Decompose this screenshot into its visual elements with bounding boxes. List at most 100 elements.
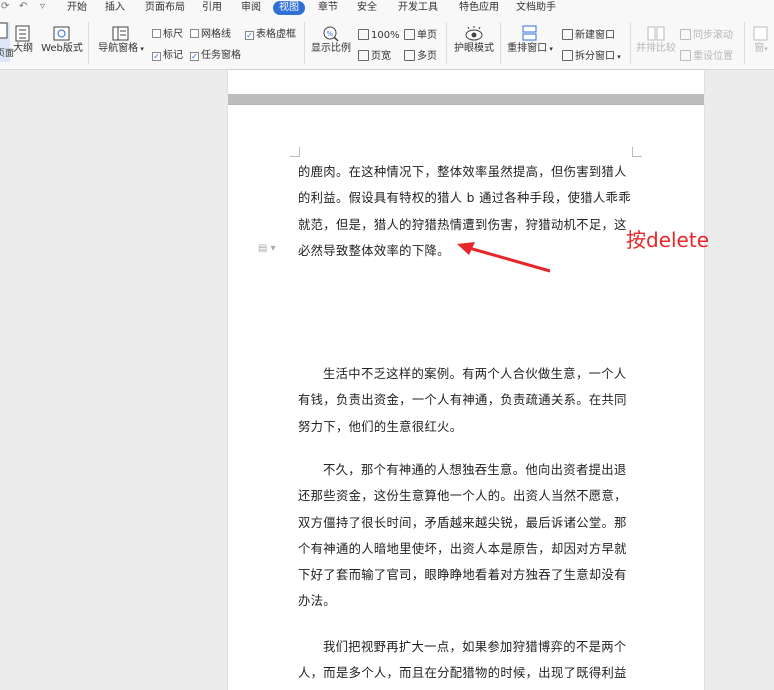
zoom-100-icon [358, 29, 369, 40]
side-by-side-label: 并排比较 [636, 43, 676, 54]
tab-security[interactable]: 安全 [357, 1, 377, 15]
single-page-button[interactable]: 单页 [404, 29, 437, 42]
table-gridlines-checkbox[interactable]: ✓ 表格虚框 [245, 29, 296, 41]
annotation-text: 按delete [626, 228, 710, 252]
ribbon-separator [630, 22, 631, 64]
arrange-windows-label: 重排窗口 [507, 43, 548, 54]
arrange-windows-button[interactable]: 重排窗口 ▾ [507, 25, 553, 55]
window-menu-label: 窗 [754, 43, 765, 54]
eye-mode-label: 护眼模式 [454, 43, 494, 54]
tab-sections[interactable]: 章节 [318, 1, 338, 15]
previous-page[interactable] [228, 70, 704, 94]
task-pane-label: 任务窗格 [201, 50, 241, 61]
gridlines-check[interactable] [190, 29, 199, 38]
tab-page-layout[interactable]: 页面布局 [145, 1, 185, 15]
ribbon-separator [744, 22, 745, 64]
multi-page-label: 多页 [417, 51, 437, 62]
magnifier-icon: % [323, 26, 339, 42]
outline-label: 大纲 [13, 43, 33, 54]
redo-icon[interactable]: ⟳ [1, 1, 9, 12]
page-view-button[interactable]: 页面 [0, 22, 14, 62]
arrange-windows-dropdown-icon: ▾ [547, 45, 553, 53]
split-window-dropdown-icon: ▾ [615, 53, 621, 61]
ruler-check[interactable] [152, 29, 161, 38]
tab-view[interactable]: 视图 [273, 1, 305, 15]
tab-home[interactable]: 开始 [67, 1, 87, 15]
gridlines-checkbox[interactable]: 网格线 [190, 29, 231, 41]
nav-pane-button[interactable]: 导航窗格 ▾ [96, 25, 146, 55]
web-layout-button[interactable]: Web版式 [40, 25, 84, 55]
paragraph[interactable]: 我们把视野再扩大一点，如果参加狩猎博弈的不是两个人，而是多个人，而且在分配猎物的… [298, 634, 634, 687]
nav-pane-icon [112, 26, 129, 41]
ribbon-separator [446, 22, 447, 64]
red-arrow-annotation [457, 242, 551, 273]
undo-icon[interactable]: ↶ [19, 1, 27, 12]
web-layout-label: Web版式 [41, 43, 83, 54]
tab-insert[interactable]: 插入 [105, 1, 125, 15]
zoom-label: 显示比例 [311, 43, 351, 54]
reset-position-button[interactable]: 重设位置 [680, 50, 733, 63]
multi-page-button[interactable]: 多页 [404, 50, 437, 63]
window-menu-button[interactable]: 窗▾ [750, 25, 772, 55]
sync-scroll-label: 同步滚动 [693, 30, 733, 41]
task-pane-checkbox[interactable]: ✓ 任务窗格 [190, 50, 241, 62]
paragraph-handle-icon[interactable]: ▤ ▾ [258, 243, 276, 254]
ruler-checkbox[interactable]: 标尺 [152, 29, 183, 41]
new-window-button[interactable]: 新建窗口 [562, 29, 615, 42]
outline-icon [15, 25, 30, 42]
eye-mode-button[interactable]: 护眼模式 [452, 25, 496, 55]
sync-scroll-icon [680, 29, 691, 40]
single-page-icon [404, 29, 415, 40]
nav-pane-dropdown-icon: ▾ [138, 45, 144, 53]
page-separator [228, 94, 704, 105]
table-gridlines-label: 表格虚框 [256, 29, 296, 40]
zoom-button[interactable]: % 显示比例 [310, 25, 352, 55]
zoom-100-button[interactable]: 100% [358, 29, 400, 42]
marks-checkbox[interactable]: ✓ 标记 [152, 50, 183, 62]
marks-check[interactable]: ✓ [152, 52, 161, 61]
tab-special-apps[interactable]: 特色应用 [459, 1, 499, 15]
document-area[interactable]: 的鹿肉。在这种情况下，整体效率虽然提高，但伤害到猎人的利益。假设具有特权的猎人 … [0, 70, 774, 690]
split-window-icon [562, 50, 573, 61]
new-window-icon [562, 29, 573, 40]
window-icon [753, 26, 768, 41]
window-menu-dropdown-icon: ▾ [764, 45, 768, 53]
margin-corner-mark [632, 147, 642, 157]
arrange-windows-icon [522, 25, 537, 41]
eye-icon [465, 26, 483, 41]
page-width-icon [358, 50, 369, 61]
page-view-icon [0, 22, 8, 39]
split-window-button[interactable]: 拆分窗口 ▾ [562, 50, 621, 63]
tab-developer[interactable]: 开发工具 [398, 1, 438, 15]
task-pane-check[interactable]: ✓ [190, 52, 199, 61]
margin-corner-mark [290, 147, 300, 157]
svg-text:%: % [327, 30, 334, 38]
sync-scroll-button[interactable]: 同步滚动 [680, 29, 733, 42]
web-layout-icon [53, 26, 70, 41]
paragraph[interactable]: 不久，那个有神通的人想独吞生意。他向出资者提出退还那些资金，这份生意算他一个人的… [298, 457, 634, 615]
side-by-side-button[interactable]: 并排比较 [636, 25, 676, 55]
gridlines-label: 网格线 [201, 29, 231, 40]
ribbon-separator [88, 22, 89, 64]
page-width-label: 页宽 [371, 51, 391, 62]
side-by-side-icon [647, 26, 665, 41]
nav-pane-label: 导航窗格 [98, 43, 139, 54]
outline-view-button[interactable]: 大纲 [12, 25, 34, 55]
reset-position-icon [680, 50, 691, 61]
ribbon-separator [500, 22, 501, 64]
marks-label: 标记 [163, 50, 183, 61]
page-width-button[interactable]: 页宽 [358, 50, 391, 63]
tab-references[interactable]: 引用 [202, 1, 222, 15]
tab-doc-assistant[interactable]: 文档助手 [516, 1, 556, 15]
tab-review[interactable]: 审阅 [241, 1, 261, 15]
current-page[interactable]: 的鹿肉。在这种情况下，整体效率虽然提高，但伤害到猎人的利益。假设具有特权的猎人 … [228, 105, 704, 690]
new-window-label: 新建窗口 [575, 30, 615, 41]
reset-position-label: 重设位置 [693, 51, 733, 62]
zoom-100-label: 100% [371, 30, 400, 41]
paragraph[interactable]: 生活中不乏这样的案例。有两个人合伙做生意，一个人有钱，负责出资金，一个人有神通，… [298, 361, 634, 440]
quick-access-dropdown-icon[interactable]: ▿ [40, 1, 45, 12]
table-gridlines-check[interactable]: ✓ [245, 31, 254, 40]
multi-page-icon [404, 50, 415, 61]
menu-bar: ⟳ ↶ ▿ 开始 插入 页面布局 引用 审阅 视图 章节 安全 开发工具 特色应… [0, 0, 774, 16]
split-window-label: 拆分窗口 [575, 51, 615, 62]
